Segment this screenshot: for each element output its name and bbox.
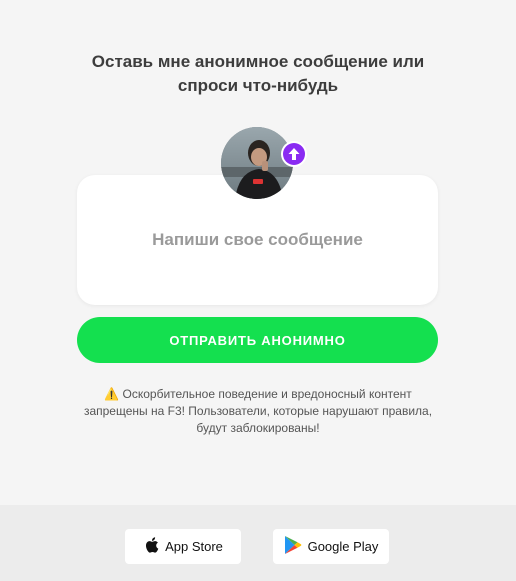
arrow-up-icon bbox=[283, 143, 305, 165]
google-play-button[interactable]: Google Play bbox=[273, 529, 389, 564]
warning-icon: ⚠️ bbox=[104, 387, 120, 401]
send-anonymously-button[interactable]: ОТПРАВИТЬ АНОНИМНО bbox=[77, 317, 438, 363]
app-store-label: App Store bbox=[165, 539, 223, 554]
warning-notice: ⚠️ Оскорбительное поведение и вредоносны… bbox=[78, 386, 438, 437]
app-store-button[interactable]: App Store bbox=[125, 529, 241, 564]
upload-badge bbox=[281, 141, 307, 167]
warning-text: Оскорбительное поведение и вредоносный к… bbox=[83, 387, 433, 435]
apple-icon bbox=[143, 536, 159, 557]
page-title: Оставь мне анонимное сообщение или спрос… bbox=[91, 52, 425, 95]
profile-avatar-container bbox=[221, 127, 307, 199]
google-play-icon bbox=[284, 535, 302, 558]
avatar bbox=[221, 127, 293, 199]
footer: App Store Google Play bbox=[0, 505, 516, 581]
google-play-label: Google Play bbox=[307, 539, 379, 554]
